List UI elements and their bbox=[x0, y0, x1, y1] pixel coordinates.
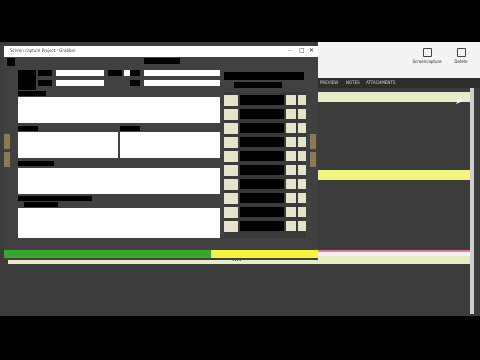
list-item[interactable] bbox=[224, 178, 306, 190]
tab-attachments[interactable]: ATTACHMENTS bbox=[366, 80, 395, 85]
list-item[interactable] bbox=[224, 108, 306, 120]
list-item[interactable] bbox=[224, 220, 306, 232]
list-item[interactable] bbox=[224, 150, 306, 162]
section-label-2 bbox=[18, 126, 38, 131]
text-area-4[interactable] bbox=[18, 168, 220, 194]
maximize-icon[interactable]: □ bbox=[299, 47, 305, 54]
field-label-5 bbox=[130, 80, 140, 86]
section-label-4 bbox=[18, 161, 54, 166]
list-item[interactable] bbox=[224, 206, 306, 218]
screen-capture-label: Screencapture bbox=[412, 59, 442, 64]
mouse-cursor-icon: ➤ bbox=[455, 96, 464, 107]
scrollbar[interactable] bbox=[470, 88, 474, 314]
dialog-title: Screen capture Project - Grabber bbox=[10, 48, 76, 53]
bottom-content-area bbox=[6, 264, 470, 314]
header-marker bbox=[7, 58, 15, 66]
trash-icon bbox=[456, 48, 466, 57]
panel-subheader bbox=[234, 82, 282, 88]
section-label-3 bbox=[120, 126, 140, 131]
text-area-2[interactable] bbox=[18, 132, 118, 158]
text-field-5[interactable] bbox=[144, 80, 220, 86]
section-label-1 bbox=[18, 91, 46, 96]
green-section-bar[interactable] bbox=[318, 92, 470, 102]
list-item[interactable] bbox=[224, 164, 306, 176]
list-item[interactable] bbox=[224, 192, 306, 204]
delete-button[interactable]: Delete bbox=[444, 48, 478, 76]
delete-label: Delete bbox=[454, 59, 468, 64]
list-item[interactable] bbox=[224, 122, 306, 134]
yellow-section-bar[interactable] bbox=[318, 170, 470, 180]
background-toolbar: Screencapture Delete bbox=[318, 42, 480, 78]
field-label-3 bbox=[130, 70, 140, 76]
close-icon[interactable]: ✕ bbox=[309, 47, 314, 54]
drag-handle[interactable]: •••• bbox=[232, 258, 241, 263]
section-label-5 bbox=[18, 196, 92, 201]
field-label-1 bbox=[38, 70, 52, 76]
list-item[interactable] bbox=[224, 136, 306, 148]
camera-icon bbox=[422, 48, 432, 57]
field-label-2 bbox=[108, 70, 122, 76]
field-label-4 bbox=[38, 80, 52, 86]
progress-bar bbox=[4, 250, 318, 258]
left-resize-handle[interactable] bbox=[4, 134, 10, 149]
dialog-titlebar: Screen capture Project - Grabber – □ ✕ bbox=[4, 46, 318, 57]
text-area-1[interactable] bbox=[18, 97, 220, 123]
left-resize-handle-2[interactable] bbox=[4, 152, 10, 167]
text-area-5[interactable] bbox=[18, 208, 220, 238]
text-area-3[interactable] bbox=[120, 132, 220, 158]
tab-bar: PREVIEW NOTES ATTACHMENTS bbox=[318, 78, 480, 88]
right-resize-handle-2[interactable] bbox=[310, 152, 316, 167]
thumbnail-box bbox=[18, 70, 36, 90]
right-resize-handle[interactable] bbox=[310, 134, 316, 149]
text-field-1[interactable] bbox=[56, 70, 104, 76]
minimize-icon[interactable]: – bbox=[288, 47, 291, 54]
text-field-3[interactable] bbox=[144, 70, 220, 76]
screen-capture-button[interactable]: Screencapture bbox=[410, 48, 444, 76]
text-field-4[interactable] bbox=[56, 80, 104, 86]
section-label-6 bbox=[24, 202, 58, 207]
progress-remaining bbox=[211, 250, 318, 258]
header-label bbox=[144, 58, 180, 64]
list-item[interactable] bbox=[224, 94, 306, 106]
item-list-panel bbox=[224, 92, 306, 238]
capture-dialog: Screen capture Project - Grabber – □ ✕ bbox=[4, 46, 318, 260]
panel-header bbox=[224, 72, 304, 80]
tab-preview[interactable]: PREVIEW bbox=[320, 80, 338, 85]
tab-notes[interactable]: NOTES bbox=[346, 80, 360, 85]
